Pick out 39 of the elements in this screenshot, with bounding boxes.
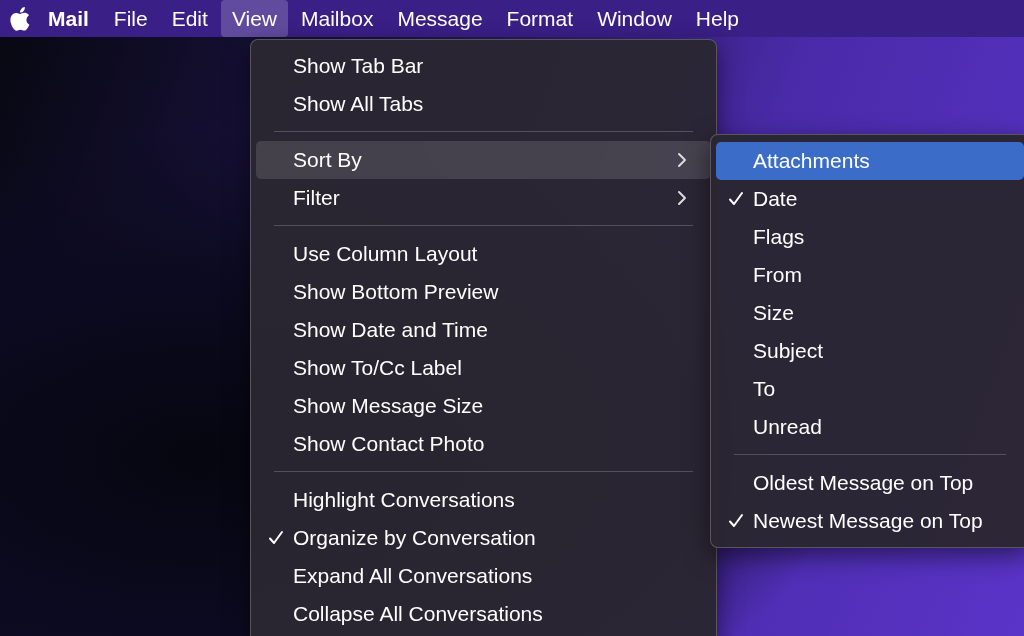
- app-name-menu[interactable]: Mail: [48, 6, 89, 31]
- menu-item[interactable]: Filter: [256, 179, 711, 217]
- menu-item[interactable]: Date: [716, 180, 1024, 218]
- menu-item[interactable]: Show Date and Time: [256, 311, 711, 349]
- menu-bar-item[interactable]: View: [220, 0, 288, 37]
- menu-item[interactable]: Size: [716, 294, 1024, 332]
- menu-item[interactable]: Collapse All Conversations: [256, 595, 711, 633]
- menu-item[interactable]: Subject: [716, 332, 1024, 370]
- chevron-right-icon: [677, 190, 687, 206]
- checkmark-icon: [267, 530, 284, 546]
- menu-item[interactable]: Show Contact Photo: [256, 425, 711, 463]
- menu-item[interactable]: Show All Tabs: [256, 85, 711, 123]
- menu-bar-item[interactable]: Help: [684, 0, 751, 37]
- menu-item[interactable]: Unread: [716, 408, 1024, 446]
- menu-item[interactable]: Flags: [716, 218, 1024, 256]
- menu-item[interactable]: Attachments: [716, 142, 1024, 180]
- menu-item[interactable]: Organize by Conversation: [256, 519, 711, 557]
- menu-item[interactable]: Use Column Layout: [256, 235, 711, 273]
- menu-item[interactable]: Oldest Message on Top: [716, 464, 1024, 502]
- menu-bar-item[interactable]: Window: [586, 0, 683, 37]
- menu-item[interactable]: Show Tab Bar: [256, 47, 711, 85]
- menu-bar-item[interactable]: Message: [386, 0, 494, 37]
- chevron-right-icon: [677, 152, 687, 168]
- menu-bar-item[interactable]: Mailbox: [290, 0, 385, 37]
- menu-bar-item[interactable]: File: [102, 0, 159, 37]
- menu-item[interactable]: Show Message Size: [256, 387, 711, 425]
- checkmark-icon: [727, 513, 744, 529]
- menu-item[interactable]: Show Bottom Preview: [256, 273, 711, 311]
- checkmark-icon: [727, 191, 744, 207]
- menu-item[interactable]: Newest Message on Top: [716, 502, 1024, 540]
- menu-item[interactable]: Show To/Cc Label: [256, 349, 711, 387]
- apple-logo-icon[interactable]: [10, 6, 30, 31]
- menu-item[interactable]: To: [716, 370, 1024, 408]
- menu-item[interactable]: From: [716, 256, 1024, 294]
- menu-item[interactable]: Expand All Conversations: [256, 557, 711, 595]
- menu-item[interactable]: Sort By: [256, 141, 711, 179]
- menu-item[interactable]: Highlight Conversations: [256, 481, 711, 519]
- menu-bar-item[interactable]: Format: [495, 0, 585, 37]
- menu-bar-item[interactable]: Edit: [160, 0, 219, 37]
